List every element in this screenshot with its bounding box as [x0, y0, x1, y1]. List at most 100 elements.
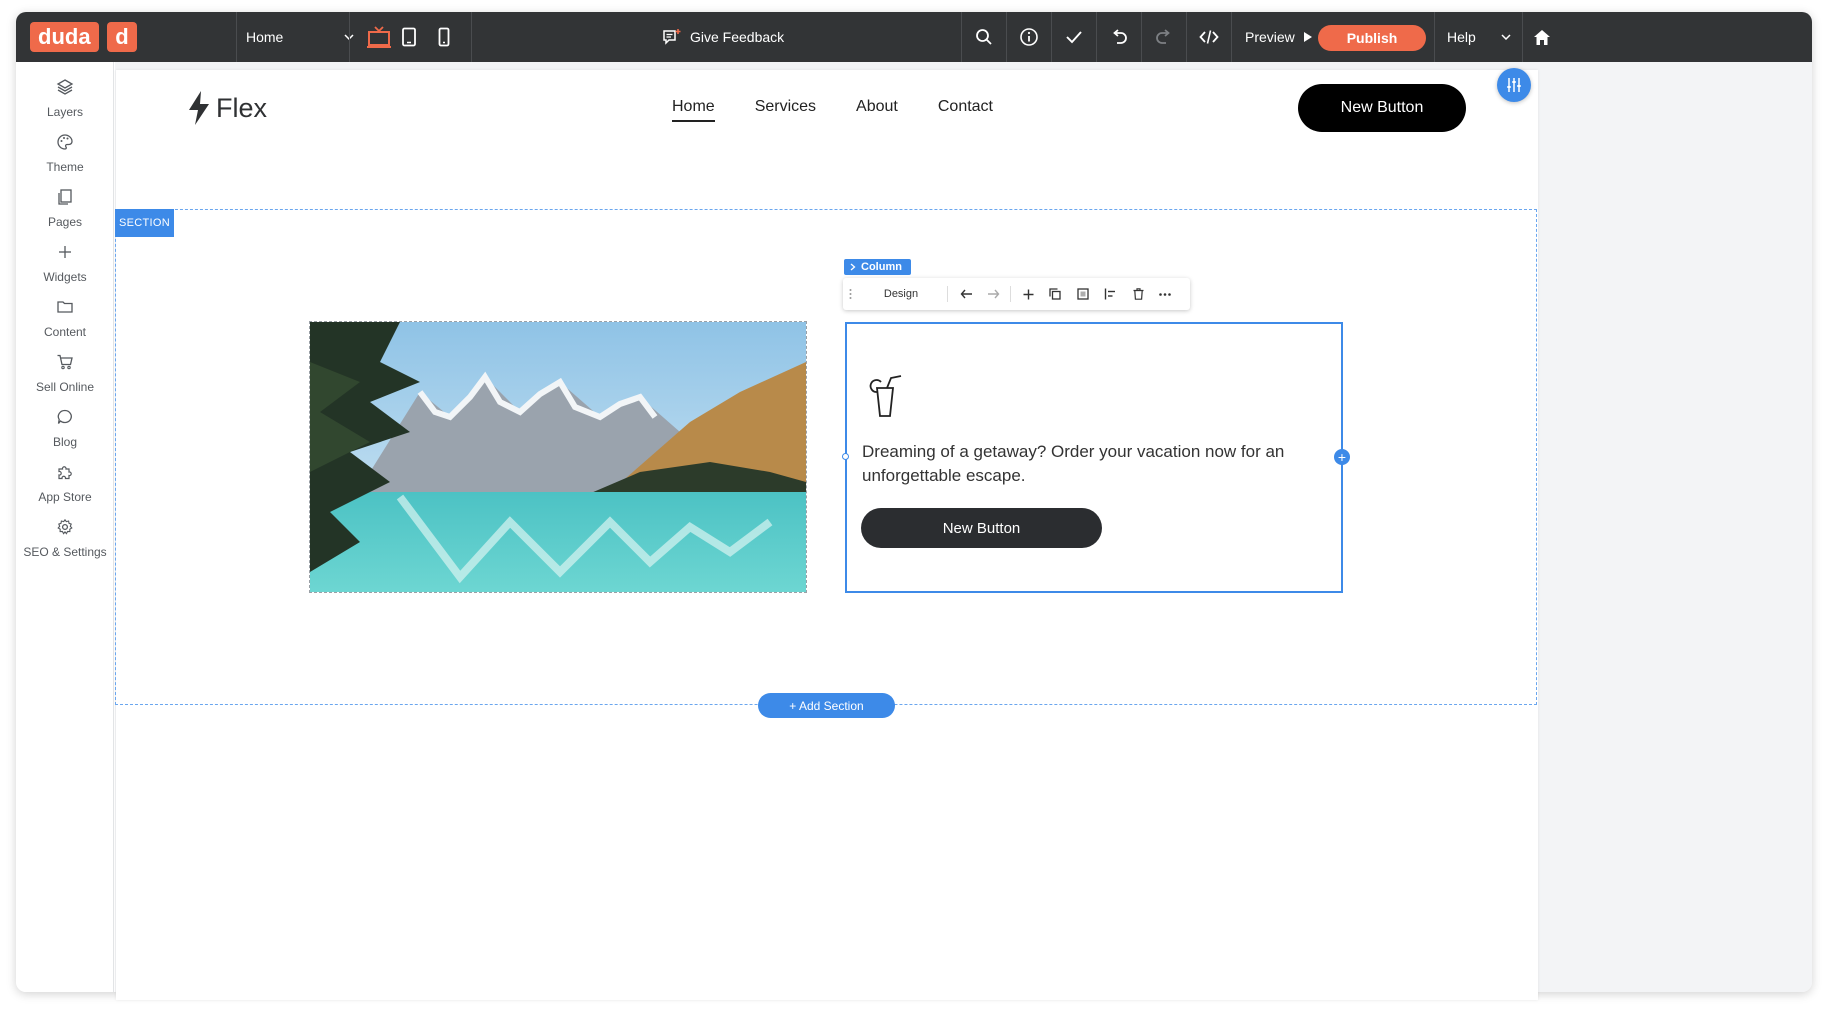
mobile-icon: [438, 27, 450, 47]
give-feedback-button[interactable]: Give Feedback: [662, 12, 784, 62]
divider: [1231, 12, 1232, 62]
sidebar-item-content[interactable]: Content: [16, 292, 114, 352]
align-left-icon: [1104, 288, 1115, 300]
info-icon: [1020, 28, 1038, 46]
sidebar-item-layers[interactable]: Layers: [16, 72, 114, 132]
desktop-icon: [367, 26, 391, 48]
nav-item-contact[interactable]: Contact: [938, 98, 993, 122]
mobile-view-button[interactable]: [429, 12, 459, 62]
info-button[interactable]: [1007, 12, 1051, 62]
layers-icon: [56, 79, 74, 95]
dashboard-mark[interactable]: d: [107, 22, 137, 52]
search-button[interactable]: [962, 12, 1006, 62]
layout-button[interactable]: [1072, 278, 1094, 310]
header-button[interactable]: New Button: [1298, 84, 1466, 132]
cocktail-drink-icon: [869, 375, 902, 417]
cart-icon: [57, 354, 73, 370]
feedback-label: Give Feedback: [690, 29, 785, 45]
sidebar-item-label: Blog: [52, 435, 78, 449]
resize-handle-left[interactable]: [842, 453, 849, 460]
sidebar-item-app-store[interactable]: App Store: [16, 457, 114, 517]
nav-item-services[interactable]: Services: [755, 98, 816, 122]
page-selector-label: Home: [246, 29, 284, 45]
column-breadcrumb[interactable]: Column: [844, 259, 911, 275]
design-button[interactable]: Design: [871, 278, 931, 310]
sidebar-item-label: App Store: [38, 490, 92, 504]
add-column-handle[interactable]: +: [1334, 449, 1350, 465]
arrow-right-icon: [987, 289, 999, 299]
chevron-right-icon: [850, 263, 856, 271]
chevron-down-icon: [1501, 34, 1511, 40]
sidebar-item-pages[interactable]: Pages: [16, 182, 114, 242]
mountain-lake-image: [310, 322, 806, 592]
redo-button[interactable]: [1142, 12, 1186, 62]
arrow-left-icon: [960, 289, 972, 299]
tablet-icon: [402, 27, 416, 47]
tablet-view-button[interactable]: [394, 12, 424, 62]
undo-icon: [1113, 29, 1127, 44]
column-toolbar: Design: [843, 278, 1190, 310]
site-logo-text: Flex: [216, 92, 268, 123]
drag-handle[interactable]: [845, 278, 855, 310]
duda-logo[interactable]: duda: [30, 22, 99, 52]
gear-icon: [57, 518, 73, 535]
sidebar-item-label: Widgets: [43, 270, 87, 284]
palette-icon: [57, 134, 73, 150]
folder-icon: [57, 301, 73, 313]
nav-item-home[interactable]: Home: [672, 98, 715, 122]
site-logo[interactable]: Flex: [186, 90, 267, 126]
trash-icon: [1133, 288, 1143, 300]
checkmark-icon: [1066, 31, 1082, 44]
home-icon: [1534, 29, 1550, 45]
move-left-button[interactable]: [955, 278, 977, 310]
pages-icon: [58, 189, 72, 205]
plus-icon: [59, 246, 71, 258]
more-options-button[interactable]: [1154, 278, 1176, 310]
divider: [471, 12, 472, 62]
page-settings-button[interactable]: [1497, 68, 1531, 102]
grid-frame-icon: [1077, 288, 1089, 300]
play-icon: [1303, 32, 1312, 42]
help-menu[interactable]: Help: [1435, 12, 1521, 62]
delete-button[interactable]: [1127, 278, 1149, 310]
divider: [236, 12, 237, 62]
column-button[interactable]: New Button: [861, 508, 1102, 548]
nav-item-about[interactable]: About: [856, 98, 898, 122]
code-icon: [1199, 30, 1219, 44]
selected-column[interactable]: Dreaming of a getaway? Order your vacati…: [845, 322, 1343, 593]
divider: [947, 286, 948, 302]
duplicate-button[interactable]: [1044, 278, 1066, 310]
sidebar-item-blog[interactable]: Blog: [16, 402, 114, 462]
column-breadcrumb-label: Column: [861, 261, 902, 273]
sidebar-item-widgets[interactable]: Widgets: [16, 237, 114, 297]
developer-mode-button[interactable]: [1187, 12, 1231, 62]
puzzle-icon: [58, 466, 72, 480]
sidebar-item-seo-settings[interactable]: SEO & Settings: [16, 512, 114, 572]
home-dashboard-button[interactable]: [1523, 12, 1561, 62]
sidebar-item-label: SEO & Settings: [23, 545, 107, 559]
help-label: Help: [1447, 29, 1476, 45]
sidebar-item-label: Sell Online: [35, 380, 95, 394]
drag-dots-icon: [849, 289, 851, 299]
preview-button[interactable]: Preview: [1245, 12, 1313, 62]
undo-button[interactable]: [1097, 12, 1141, 62]
align-button[interactable]: [1099, 278, 1121, 310]
search-icon: [976, 29, 992, 45]
add-column-button[interactable]: [1017, 278, 1039, 310]
landscape-image[interactable]: [309, 321, 807, 593]
sidebar-item-sell-online[interactable]: Sell Online: [16, 347, 114, 407]
desktop-view-button[interactable]: [361, 12, 397, 62]
add-section-button[interactable]: + Add Section: [758, 693, 895, 718]
sidebar-item-label: Pages: [47, 215, 83, 229]
sliders-icon: [1507, 78, 1521, 92]
lightning-bolt-icon: [189, 91, 209, 125]
publish-button[interactable]: Publish: [1318, 25, 1426, 51]
column-body-text[interactable]: Dreaming of a getaway? Order your vacati…: [862, 440, 1322, 488]
section-label[interactable]: SECTION: [115, 209, 174, 237]
sidebar-item-theme[interactable]: Theme: [16, 127, 114, 187]
checklist-button[interactable]: [1052, 12, 1096, 62]
site-navigation: Home Services About Contact: [672, 98, 993, 122]
move-right-button[interactable]: [982, 278, 1004, 310]
page-selector[interactable]: Home: [246, 12, 354, 62]
sidebar-item-label: Theme: [46, 160, 84, 174]
